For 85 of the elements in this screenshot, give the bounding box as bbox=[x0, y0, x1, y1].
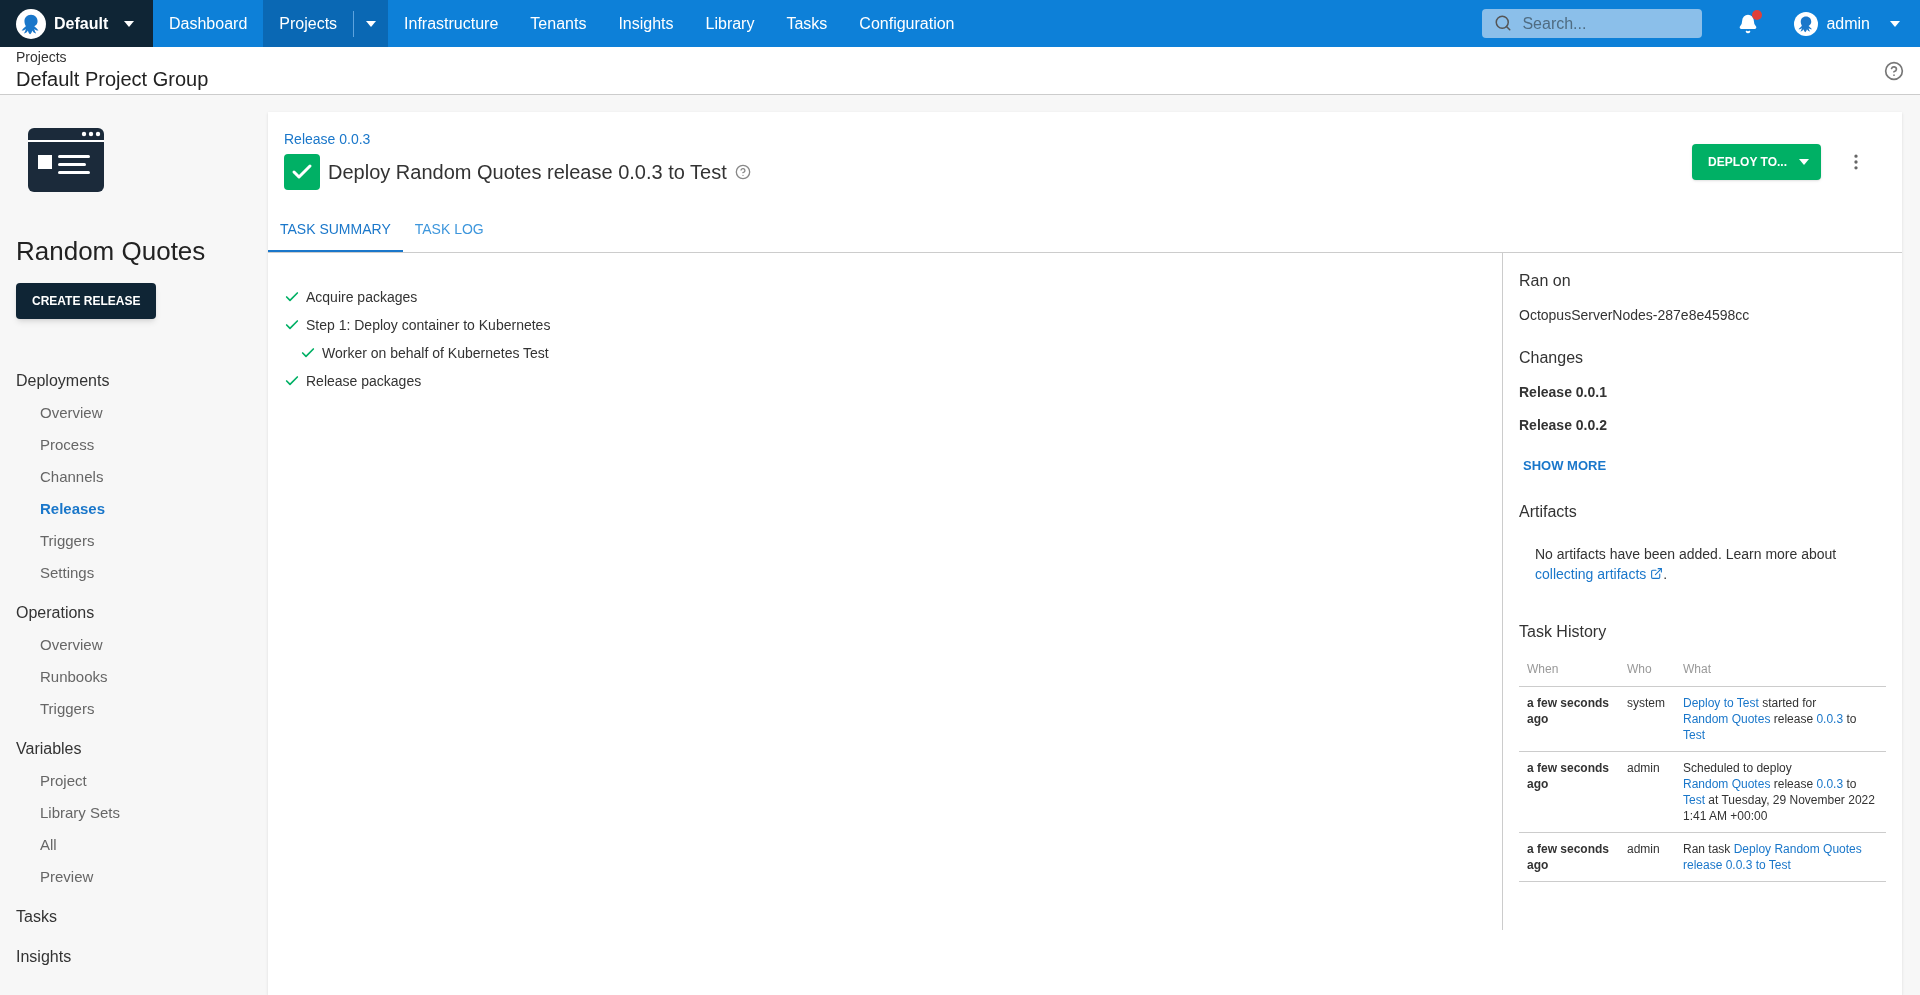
sidebar-item[interactable]: Triggers bbox=[16, 693, 268, 725]
nav-item[interactable]: Infrastructure bbox=[388, 0, 515, 47]
task-title: Deploy Random Quotes release 0.0.3 to Test bbox=[328, 160, 727, 185]
server-name: OctopusServerNodes-287e8e4598cc bbox=[1519, 306, 1751, 325]
sidebar-item[interactable]: Preview bbox=[16, 861, 268, 893]
help-icon[interactable] bbox=[1884, 60, 1904, 81]
sidebar-item[interactable]: Project bbox=[16, 765, 268, 797]
history-link[interactable]: Random Quotes bbox=[1683, 776, 1771, 791]
step-label: Worker on behalf of Kubernetes Test bbox=[322, 343, 549, 363]
search-field[interactable]: Search... bbox=[1482, 9, 1703, 38]
sidebar-item[interactable]: All bbox=[16, 829, 268, 861]
user-menu[interactable]: admin bbox=[1794, 11, 1900, 36]
table-cell: Ran task Deploy Random Quotes release 0.0.3 to Test bbox=[1675, 832, 1886, 882]
change-release: Release 0.0.1 bbox=[1519, 383, 1608, 402]
history-link[interactable]: 0.0.3 bbox=[1816, 711, 1844, 726]
external-link-icon bbox=[1650, 567, 1664, 580]
table-cell: Deploy to Test started for Random Quotes release 0.0.3 to Test bbox=[1675, 686, 1886, 752]
release-link[interactable]: Release 0.0.3 bbox=[284, 129, 751, 150]
section-heading: Artifacts bbox=[1519, 501, 1578, 522]
page-title: Default Project Group bbox=[16, 66, 209, 92]
caret-icon bbox=[1799, 159, 1809, 165]
help-icon[interactable] bbox=[734, 164, 751, 180]
table-cell: admin bbox=[1619, 751, 1675, 833]
sidebar-section[interactable]: Insights bbox=[16, 941, 268, 973]
nav-item[interactable]: Insights bbox=[602, 0, 690, 47]
column-header: What bbox=[1675, 659, 1886, 687]
nav-item[interactable]: Library bbox=[689, 0, 771, 47]
column-header: Who bbox=[1619, 659, 1675, 687]
nav-item[interactable]: Configuration bbox=[843, 0, 971, 47]
step-label: Acquire packages bbox=[306, 287, 418, 307]
tab[interactable]: TASK LOG bbox=[402, 208, 496, 252]
sidebar-item[interactable]: Runbooks bbox=[16, 661, 268, 693]
caret-icon bbox=[1890, 20, 1900, 27]
deploy-to-button[interactable]: DEPLOY TO... bbox=[1692, 144, 1821, 180]
nav-item[interactable]: Tenants bbox=[514, 0, 603, 47]
breadcrumb-link[interactable]: Projects bbox=[16, 49, 209, 67]
project-name: Random Quotes bbox=[16, 235, 207, 268]
show-more-button[interactable]: SHOW MORE bbox=[1519, 456, 1611, 476]
artifacts-message: No artifacts have been added. Learn more about collecting artifacts . bbox=[1534, 544, 1838, 584]
table-cell: Scheduled to deploy Random Quotes release 0.0.3 to Test at Tuesday, 29 November 2022 1:41 AM +00:00 bbox=[1675, 751, 1886, 833]
create-release-button[interactable]: CREATE RELEASE bbox=[16, 283, 157, 319]
sidebar-item[interactable]: Triggers bbox=[16, 525, 268, 557]
step-label: Release packages bbox=[306, 371, 422, 391]
history-link[interactable]: 0.0.3 bbox=[1816, 776, 1844, 791]
sidebar-section[interactable]: Tasks bbox=[16, 901, 268, 933]
sidebar-item[interactable]: Overview bbox=[16, 629, 268, 661]
column-header: When bbox=[1519, 659, 1619, 687]
sidebar-item[interactable]: Library Sets bbox=[16, 797, 268, 829]
notification-bell-icon[interactable] bbox=[1738, 13, 1759, 34]
caret-icon bbox=[366, 20, 377, 27]
sidebar-item[interactable]: Overview bbox=[16, 397, 268, 429]
project-logo-icon bbox=[28, 128, 104, 192]
history-link[interactable]: Random Quotes bbox=[1683, 711, 1771, 726]
table-cell: admin bbox=[1619, 832, 1675, 882]
table-cell: a few seconds ago bbox=[1519, 832, 1619, 882]
table-cell: system bbox=[1619, 686, 1675, 752]
history-link[interactable]: Deploy Random Quotes bbox=[1733, 841, 1862, 856]
octopus-logo-icon bbox=[16, 8, 46, 39]
space-selector[interactable]: Default bbox=[0, 0, 153, 47]
section-heading: Changes bbox=[1519, 348, 1585, 368]
search-icon bbox=[1494, 14, 1513, 32]
nav-item[interactable]: Tasks bbox=[770, 0, 844, 47]
nav-item[interactable]: Projects bbox=[263, 0, 389, 47]
step-label: Step 1: Deploy container to Kubernetes bbox=[306, 315, 551, 335]
sidebar-section[interactable]: Operations bbox=[16, 597, 268, 629]
history-link[interactable]: Test bbox=[1683, 727, 1705, 742]
section-heading: Ran on bbox=[1519, 271, 1572, 291]
sidebar-item[interactable]: Releases bbox=[16, 493, 268, 525]
tab[interactable]: TASK SUMMARY bbox=[268, 208, 403, 252]
sidebar-item[interactable]: Channels bbox=[16, 461, 268, 493]
change-release: Release 0.0.2 bbox=[1519, 416, 1608, 435]
history-link[interactable]: Test bbox=[1683, 792, 1705, 807]
sidebar-item[interactable]: Settings bbox=[16, 557, 268, 589]
history-link[interactable]: Deploy to Test bbox=[1683, 695, 1759, 710]
collecting-artifacts-link[interactable]: collecting artifacts bbox=[1535, 563, 1664, 584]
sidebar-section[interactable]: Deployments bbox=[16, 365, 268, 397]
history-link[interactable]: release 0.0.3 to Test bbox=[1683, 857, 1791, 872]
sidebar-item[interactable]: Process bbox=[16, 429, 268, 461]
nav-item[interactable]: Dashboard bbox=[153, 0, 264, 47]
section-heading: Task History bbox=[1519, 621, 1608, 642]
table-cell: a few seconds ago bbox=[1519, 751, 1619, 833]
caret-icon bbox=[124, 20, 135, 27]
table-cell: a few seconds ago bbox=[1519, 686, 1619, 752]
user-avatar-icon bbox=[1794, 11, 1819, 36]
sidebar-section[interactable]: Variables bbox=[16, 733, 268, 765]
